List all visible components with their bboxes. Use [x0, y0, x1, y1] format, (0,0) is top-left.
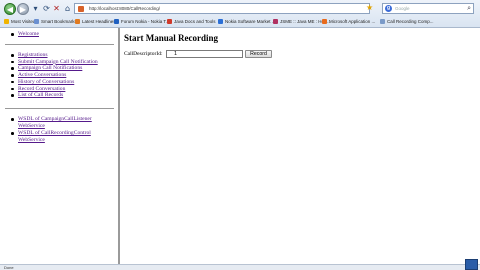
nav-link-wsdl-listener[interactable]: WSDL of CampaignCallListener WebService — [18, 116, 92, 129]
nav-link-welcome[interactable]: Welcome — [18, 31, 39, 37]
call-descriptor-label: CallDescriptorId: — [124, 51, 163, 57]
reload-icon[interactable]: ⟳ — [42, 4, 51, 13]
status-bar: Done — [0, 259, 480, 270]
bookmark-icon — [34, 19, 39, 24]
nav-item-call-records: List of Call Records — [0, 92, 98, 99]
nav-top-list: Welcome — [0, 31, 39, 38]
nav-item-active-conversations: Active Conversations — [0, 72, 98, 79]
nav-link-campaign-call-notifications[interactable]: Campaign Call Notifications — [18, 65, 82, 71]
nav-link-submit-campaign-call[interactable]: Submit Campaign Call Notification — [18, 59, 98, 65]
search-placeholder: Google — [395, 6, 410, 11]
bookmark-item[interactable]: Latest Headlines — [75, 17, 116, 26]
bookmark-item[interactable]: Microsoft Application ... — [322, 17, 375, 26]
status-text: Done — [4, 265, 14, 270]
bookmark-item[interactable]: Call Recording Comp... — [380, 17, 434, 26]
search-icon[interactable]: ⌕ — [467, 4, 471, 13]
browser-toolbar: ◀ ▶ ▾ ⟳ ✕ ⌂ http://localhost:8080/CallRe… — [0, 0, 480, 28]
page-title: Start Manual Recording — [124, 33, 218, 43]
bookmark-icon — [114, 19, 119, 24]
nav-divider — [5, 44, 114, 45]
nav-link-active-conversations[interactable]: Active Conversations — [18, 72, 66, 78]
nav-item-wsdl-control: WSDL of CallRecordingControl WebService — [0, 130, 100, 143]
bookmark-icon — [273, 19, 278, 24]
bookmark-item[interactable]: Java Docs and Tools — [167, 17, 215, 26]
nav-link-history[interactable]: History of Conversations — [18, 79, 74, 85]
nav-item-history: History of Conversations — [0, 79, 98, 86]
bookmarks-toolbar: Most Visited Smart Bookmarks Latest Head… — [0, 16, 480, 27]
bookmark-item[interactable]: Most Visited — [4, 17, 35, 26]
call-descriptor-input[interactable]: 1 — [166, 50, 243, 58]
nav-item-welcome: Welcome — [0, 31, 39, 38]
search-engine-icon[interactable]: g — [385, 5, 392, 12]
bookmark-item[interactable]: Nokia Software Market ... — [218, 17, 276, 26]
nav-item-wsdl-listener: WSDL of CampaignCallListener WebService — [0, 116, 100, 129]
bookmark-icon — [4, 19, 9, 24]
main-content-frame: Start Manual Recording CallDescriptorId:… — [122, 28, 480, 264]
nav-wsdl-list: WSDL of CampaignCallListener WebService … — [0, 116, 118, 144]
search-input[interactable]: g Google ⌕ — [382, 3, 474, 14]
nav-main-list: Registrations Submit Campaign Call Notif… — [0, 52, 98, 99]
bookmark-item[interactable]: Forum Nokia - Nokia T... — [114, 17, 169, 26]
nav-link-call-records[interactable]: List of Call Records — [18, 92, 63, 98]
nav-item-campaign-call-notifications: Campaign Call Notifications — [0, 65, 98, 72]
nav-item-registrations: Registrations — [0, 52, 98, 59]
history-dropdown-icon[interactable]: ▾ — [31, 4, 40, 13]
bookmark-icon — [75, 19, 80, 24]
nav-link-record-conversation[interactable]: Record Conversation — [18, 86, 65, 92]
bookmark-icon — [167, 19, 172, 24]
bookmark-icon — [218, 19, 223, 24]
address-bar-url[interactable]: http://localhost:8080/CallRecording/ — [89, 5, 160, 13]
stop-icon[interactable]: ✕ — [52, 4, 61, 13]
bookmark-item[interactable]: Smart Bookmarks — [34, 17, 77, 26]
nav-link-wsdl-control[interactable]: WSDL of CallRecordingControl WebService — [18, 130, 91, 143]
bookmark-star-icon[interactable]: ★ — [366, 3, 373, 13]
back-button[interactable]: ◀ — [4, 3, 16, 15]
nav-link-registrations[interactable]: Registrations — [18, 52, 48, 58]
tray-icon — [465, 259, 478, 270]
nav-divider — [5, 108, 114, 109]
bookmark-icon — [380, 19, 385, 24]
forward-button[interactable]: ▶ — [17, 3, 29, 15]
bookmark-icon — [322, 19, 327, 24]
record-button[interactable]: Record — [245, 50, 272, 58]
address-bar[interactable]: http://localhost:8080/CallRecording/ — [74, 3, 370, 14]
left-nav-frame: Welcome Registrations Submit Campaign Ca… — [0, 28, 120, 264]
site-favicon-icon — [78, 6, 84, 12]
home-icon[interactable]: ⌂ — [63, 4, 72, 13]
